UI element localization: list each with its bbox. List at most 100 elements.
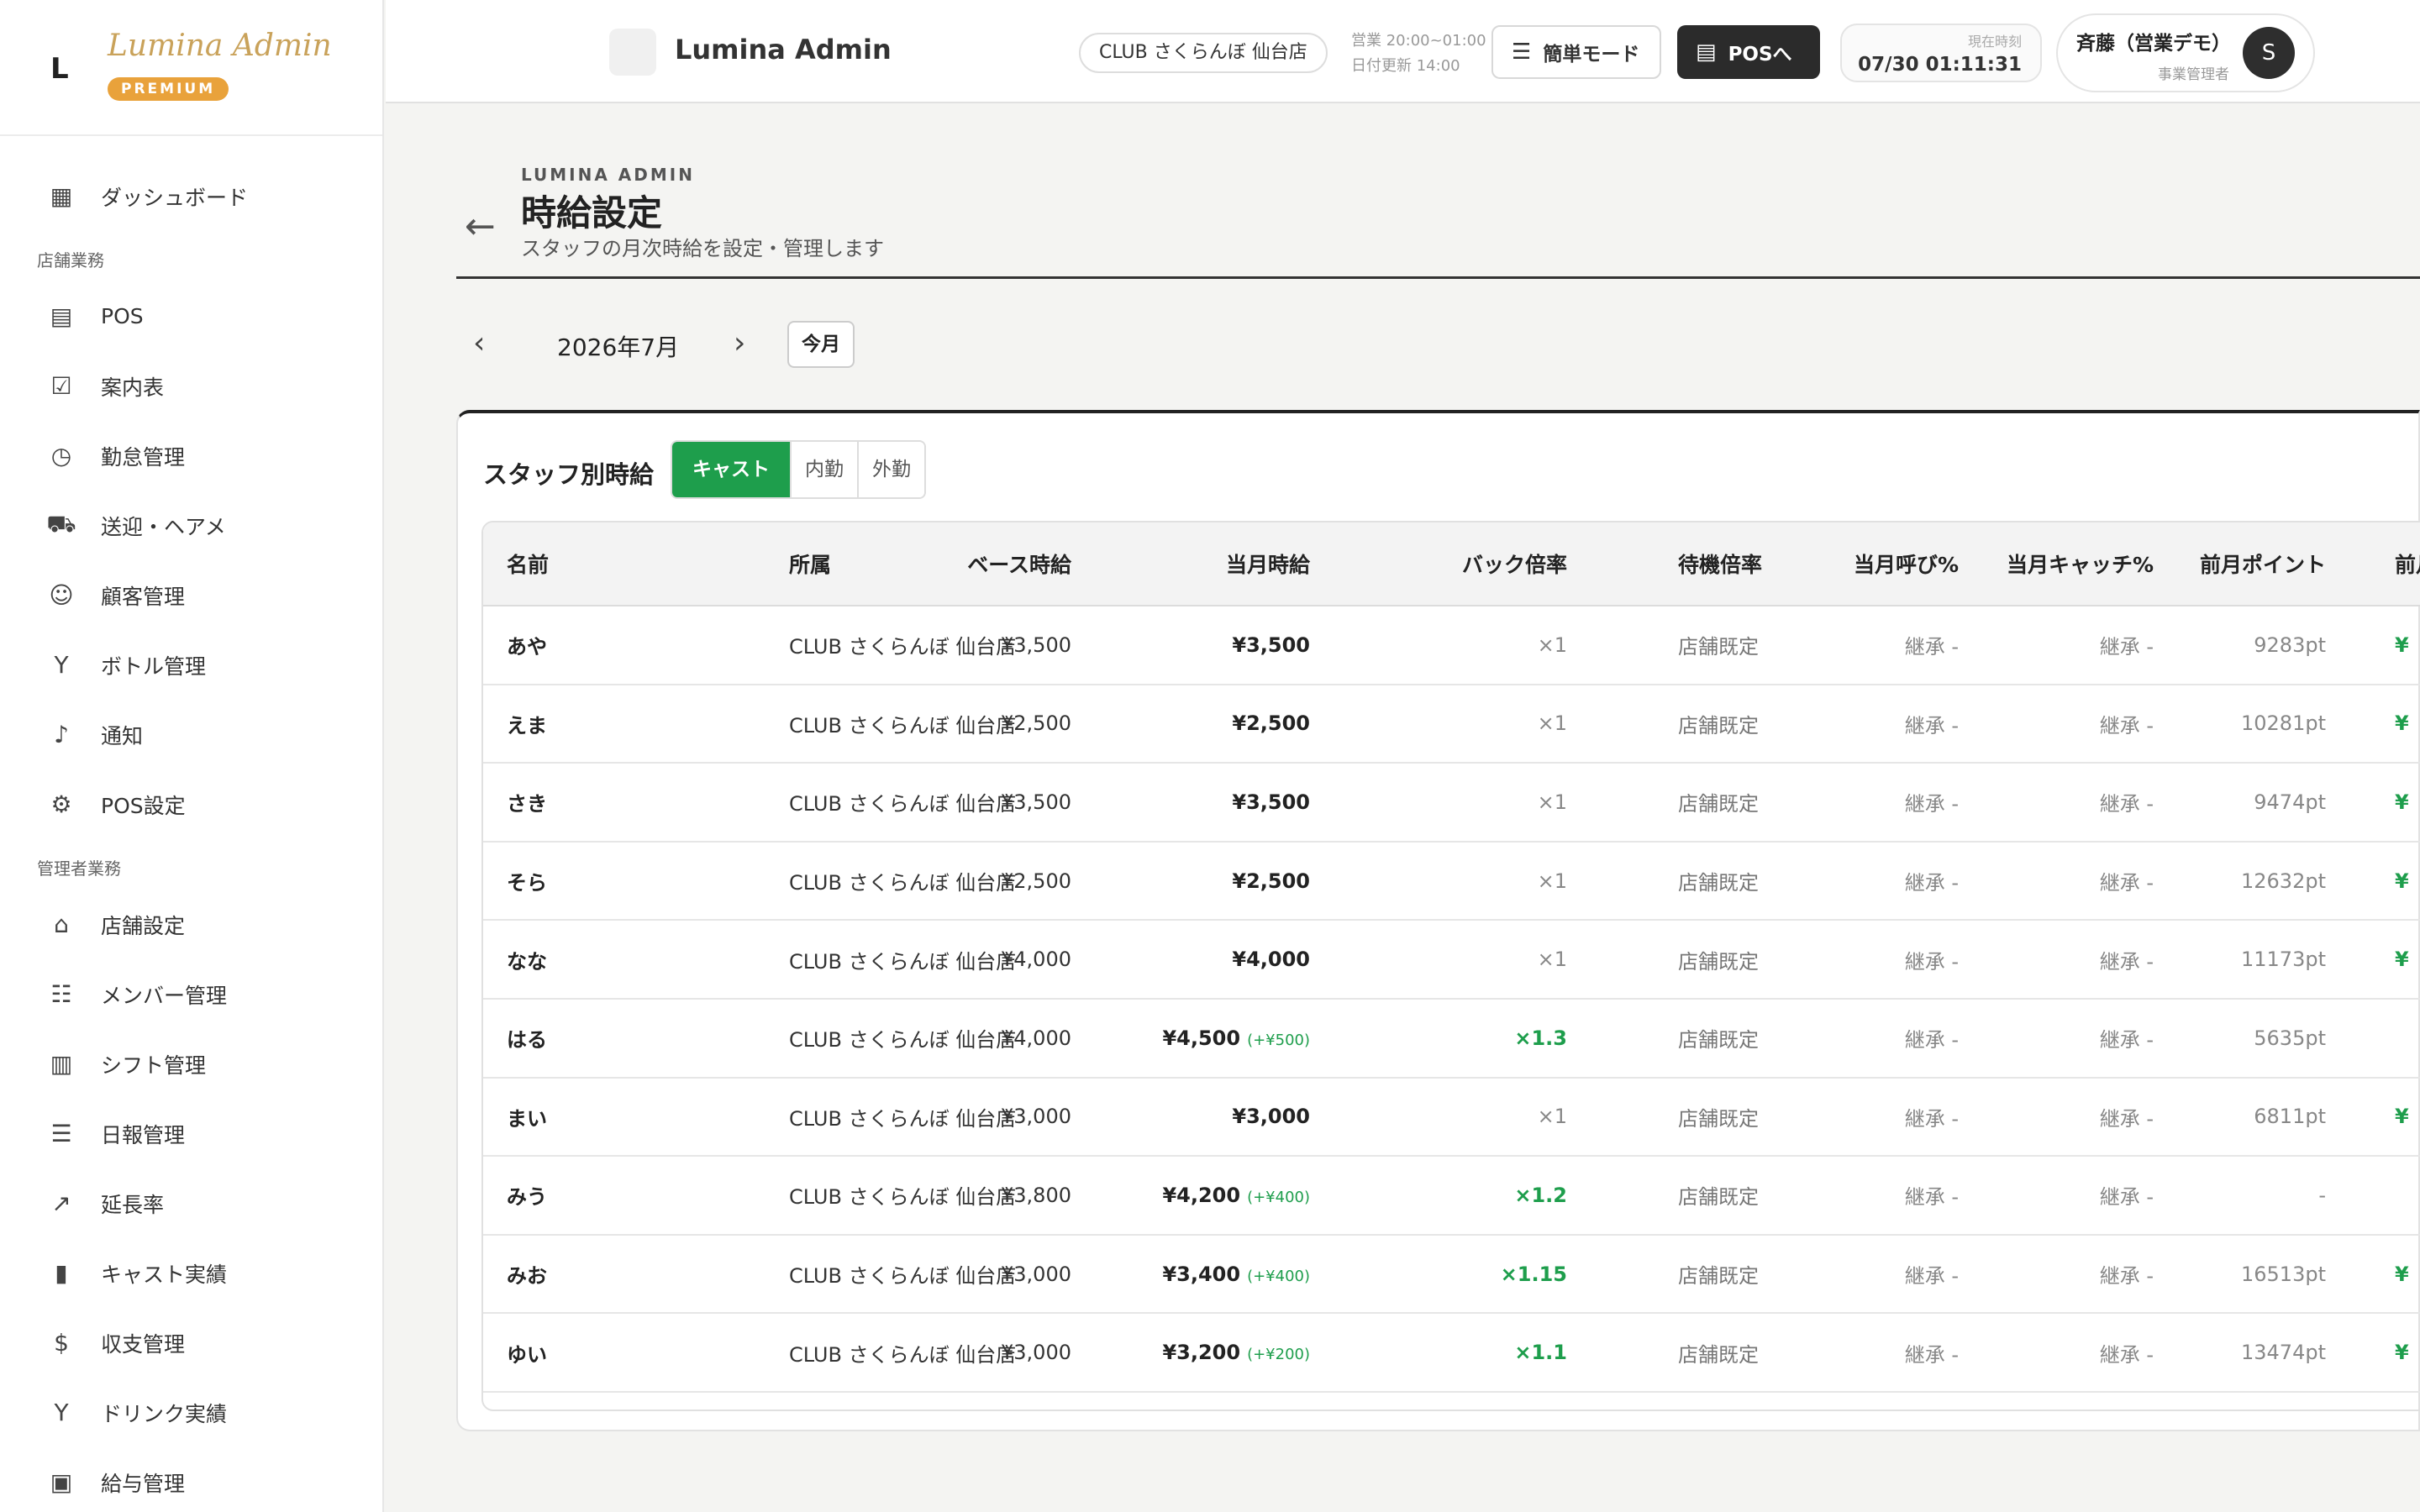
app-title: Lumina Admin (675, 34, 892, 66)
cell-catch-percent-value: 継承 - (2099, 871, 2154, 895)
header-prev-points-label: 前月ポイント (2199, 553, 2326, 577)
cell-back-rate-value: ×1.3 (1514, 1026, 1567, 1050)
store-selector[interactable]: CLUB さくらんぼ 仙台店 (1079, 33, 1328, 73)
sidebar-item-label: 店舗設定 (101, 913, 186, 938)
table-row[interactable]: そら CLUB さくらんぼ 仙台店 ¥2,500 ¥2,500 ×1 店舗既定 継承 - 継承… (483, 843, 2420, 921)
sidebar-item[interactable]: ◷ 勤怠管理 (0, 421, 382, 491)
sidebar-item[interactable]: ▮ キャスト実績 (0, 1238, 382, 1308)
sidebar-item-label: 給与管理 (101, 1471, 186, 1496)
cell-call-percent-value: 継承 - (1904, 871, 1959, 895)
current-wage-value: ¥4,500 (1162, 1026, 1241, 1050)
table-row[interactable]: みお CLUB さくらんぼ 仙台店 ¥3,000 ¥3,400 (+¥400) ×1.15… (483, 1236, 2420, 1315)
sidebar-item[interactable]: ⛟ 送迎・ヘアメ (0, 491, 382, 560)
header-wait-rate[interactable]: 待機倍率 (1678, 522, 1762, 605)
cell-back-rate-value: ×1 (1537, 790, 1567, 814)
sidebar-item[interactable]: Y ボトル管理 (0, 630, 382, 700)
cell-prev-points-value: 5635pt (2254, 1026, 2326, 1050)
user-menu[interactable]: 斉藤（営業デモ） 事業管理者 S (2056, 13, 2315, 92)
card-title: スタッフ別時給 (483, 460, 655, 489)
sidebar-item[interactable]: $ 収支管理 (0, 1308, 382, 1378)
cell-affiliation: CLUB さくらんぼ 仙台店 (789, 1106, 1017, 1131)
tab-staff-type[interactable]: 内勤 (792, 442, 859, 497)
table-row[interactable]: なな CLUB さくらんぼ 仙台店 ¥4,000 ¥4,000 ×1 店舗既定 継承 - 継承… (483, 921, 2420, 1000)
cell-wait-rate: 店舗既定 (1678, 792, 1759, 816)
sidebar-item[interactable]: ▥ シフト管理 (0, 1029, 382, 1099)
cell-prev-month: ¥ (2395, 1341, 2409, 1365)
sidebar-item[interactable]: ▤ POS (0, 281, 382, 351)
cell-call-percent-value: 継承 - (1904, 635, 1959, 659)
cell-base-wage-value: ¥3,800 (1001, 1183, 1071, 1207)
back-arrow-icon[interactable]: ← (465, 205, 496, 248)
sliders-icon: ☰ (1512, 39, 1532, 65)
current-wage-value: ¥4,200 (1162, 1183, 1241, 1207)
current-wage-value: ¥3,500 (1232, 633, 1310, 657)
page-header: ← LUMINA ADMIN 時給設定 スタッフの月次時給を設定・管理します (456, 165, 2420, 279)
sidebar-item[interactable]: ↗ 延長率 (0, 1168, 382, 1238)
cell-prev-points-value: 6811pt (2254, 1105, 2326, 1129)
payment-icon: ▣ (50, 1468, 73, 1496)
cell-name: ゆい (507, 1342, 547, 1367)
cell-name: はる (507, 1028, 547, 1053)
sidebar-item[interactable]: ⌂ 店舗設定 (0, 890, 382, 959)
cell-wait-rate: 店舗既定 (1678, 949, 1759, 974)
sidebar-item[interactable]: ⚙ POS設定 (0, 769, 382, 839)
sidebar-item-label: 通知 (101, 723, 144, 748)
current-wage-wrap: ¥2,500 (1232, 869, 1310, 893)
table-row[interactable]: さき CLUB さくらんぼ 仙台店 ¥3,500 ¥3,500 ×1 店舗既定 継承 - 継承… (483, 764, 2420, 843)
current-wage-wrap: ¥4,500 (+¥500) (1162, 1026, 1310, 1050)
cell-name: そら (507, 871, 547, 895)
cell-catch-percent-value: 継承 - (2099, 792, 2154, 816)
simple-mode-button[interactable]: ☰ 簡単モード (1491, 25, 1661, 79)
chevron-left-icon[interactable]: ‹ (473, 326, 485, 360)
sidebar-section-title: 管理者業務 (37, 858, 121, 879)
table-row[interactable]: はる CLUB さくらんぼ 仙台店 ¥4,000 ¥4,500 (+¥500) ×1.3 店… (483, 1000, 2420, 1079)
sidebar-item[interactable]: ☺ 顧客管理 (0, 560, 382, 630)
gear-icon: ⚙ (50, 790, 72, 818)
sidebar-item[interactable]: ☑ 案内表 (0, 351, 382, 421)
tab-staff-type[interactable]: 外勤 (859, 442, 924, 497)
sidebar-item[interactable]: ♪ 通知 (0, 700, 382, 769)
cell-affiliation: CLUB さくらんぼ 仙台店 (789, 713, 1017, 738)
cell-catch-percent-value: 継承 - (2099, 1028, 2154, 1053)
cell-affiliation: CLUB さくらんぼ 仙台店 (789, 1264, 1017, 1289)
header-base-wage-label: ベース時給 (967, 553, 1071, 577)
table-row[interactable]: えま CLUB さくらんぼ 仙台店 ¥2,500 ¥2,500 ×1 店舗既定 継承 - 継承… (483, 685, 2420, 764)
cell-base-wage-value: ¥3,000 (1001, 1105, 1071, 1129)
cell-catch-percent-value: 継承 - (2099, 1264, 2154, 1289)
cell-base-wage-value: ¥4,000 (1001, 1026, 1071, 1050)
cell-base-wage-value: ¥3,000 (1001, 1341, 1071, 1365)
sidebar-item-label: POS (101, 304, 144, 328)
sidebar-item[interactable]: ▣ 給与管理 (0, 1447, 382, 1512)
cell-prev-month: ¥ (2395, 869, 2409, 893)
sidebar: L Lumina Admin PREMIUM ▦ ダッシュボード 店舗業務 ▤ POS ☑… (0, 0, 384, 1512)
business-hours: 営業 20:00~01:00 日付更新 14:00 (1351, 29, 1486, 79)
cell-prev-points-value: 11173pt (2241, 948, 2326, 972)
table-row[interactable]: まい CLUB さくらんぼ 仙台店 ¥3,000 ¥3,000 ×1 店舗既定 継承 - 継承… (483, 1079, 2420, 1158)
table-row[interactable]: みう CLUB さくらんぼ 仙台店 ¥3,800 ¥4,200 (+¥400) ×1.2 店… (483, 1157, 2420, 1236)
table-row[interactable]: あや CLUB さくらんぼ 仙台店 ¥3,500 ¥3,500 ×1 店舗既定 継承 - 継承… (483, 606, 2420, 685)
sidebar-item[interactable]: ▦ ダッシュボード (0, 161, 382, 231)
sidebar-item-label: ドリンク実績 (101, 1401, 228, 1426)
header-prev-month[interactable]: 前月 (2395, 522, 2420, 605)
avatar[interactable]: S (2243, 27, 2295, 79)
header-affiliation[interactable]: 所属 (789, 522, 831, 605)
cell-name: えま (507, 713, 547, 738)
table-row[interactable]: ゆい CLUB さくらんぼ 仙台店 ¥3,000 ¥3,200 (+¥200) ×1.1 店… (483, 1314, 2420, 1393)
tab-staff-type[interactable]: キャスト (672, 442, 792, 497)
cell-call-percent-value: 継承 - (1904, 1342, 1959, 1367)
this-month-button[interactable]: 今月 (787, 321, 855, 368)
sidebar-item[interactable]: ☰ 日報管理 (0, 1099, 382, 1168)
register-icon: ▤ (50, 302, 73, 330)
sidebar-item[interactable]: ☷ メンバー管理 (0, 959, 382, 1029)
chevron-right-icon[interactable]: › (734, 326, 745, 360)
header-name[interactable]: 名前 (507, 522, 549, 605)
cell-affiliation: CLUB さくらんぼ 仙台店 (789, 792, 1017, 816)
pos-button[interactable]: ▤ POSへ (1677, 25, 1820, 79)
cell-base-wage-value: ¥3,500 (1001, 790, 1071, 814)
cell-catch-percent-value: 継承 - (2099, 1342, 2154, 1367)
cell-catch-percent-value: 継承 - (2099, 635, 2154, 659)
current-wage-wrap: ¥3,500 (1232, 790, 1310, 814)
sidebar-item[interactable]: Y ドリンク実績 (0, 1378, 382, 1447)
dollar-icon: $ (54, 1329, 69, 1357)
current-wage-value: ¥3,000 (1232, 1105, 1310, 1129)
